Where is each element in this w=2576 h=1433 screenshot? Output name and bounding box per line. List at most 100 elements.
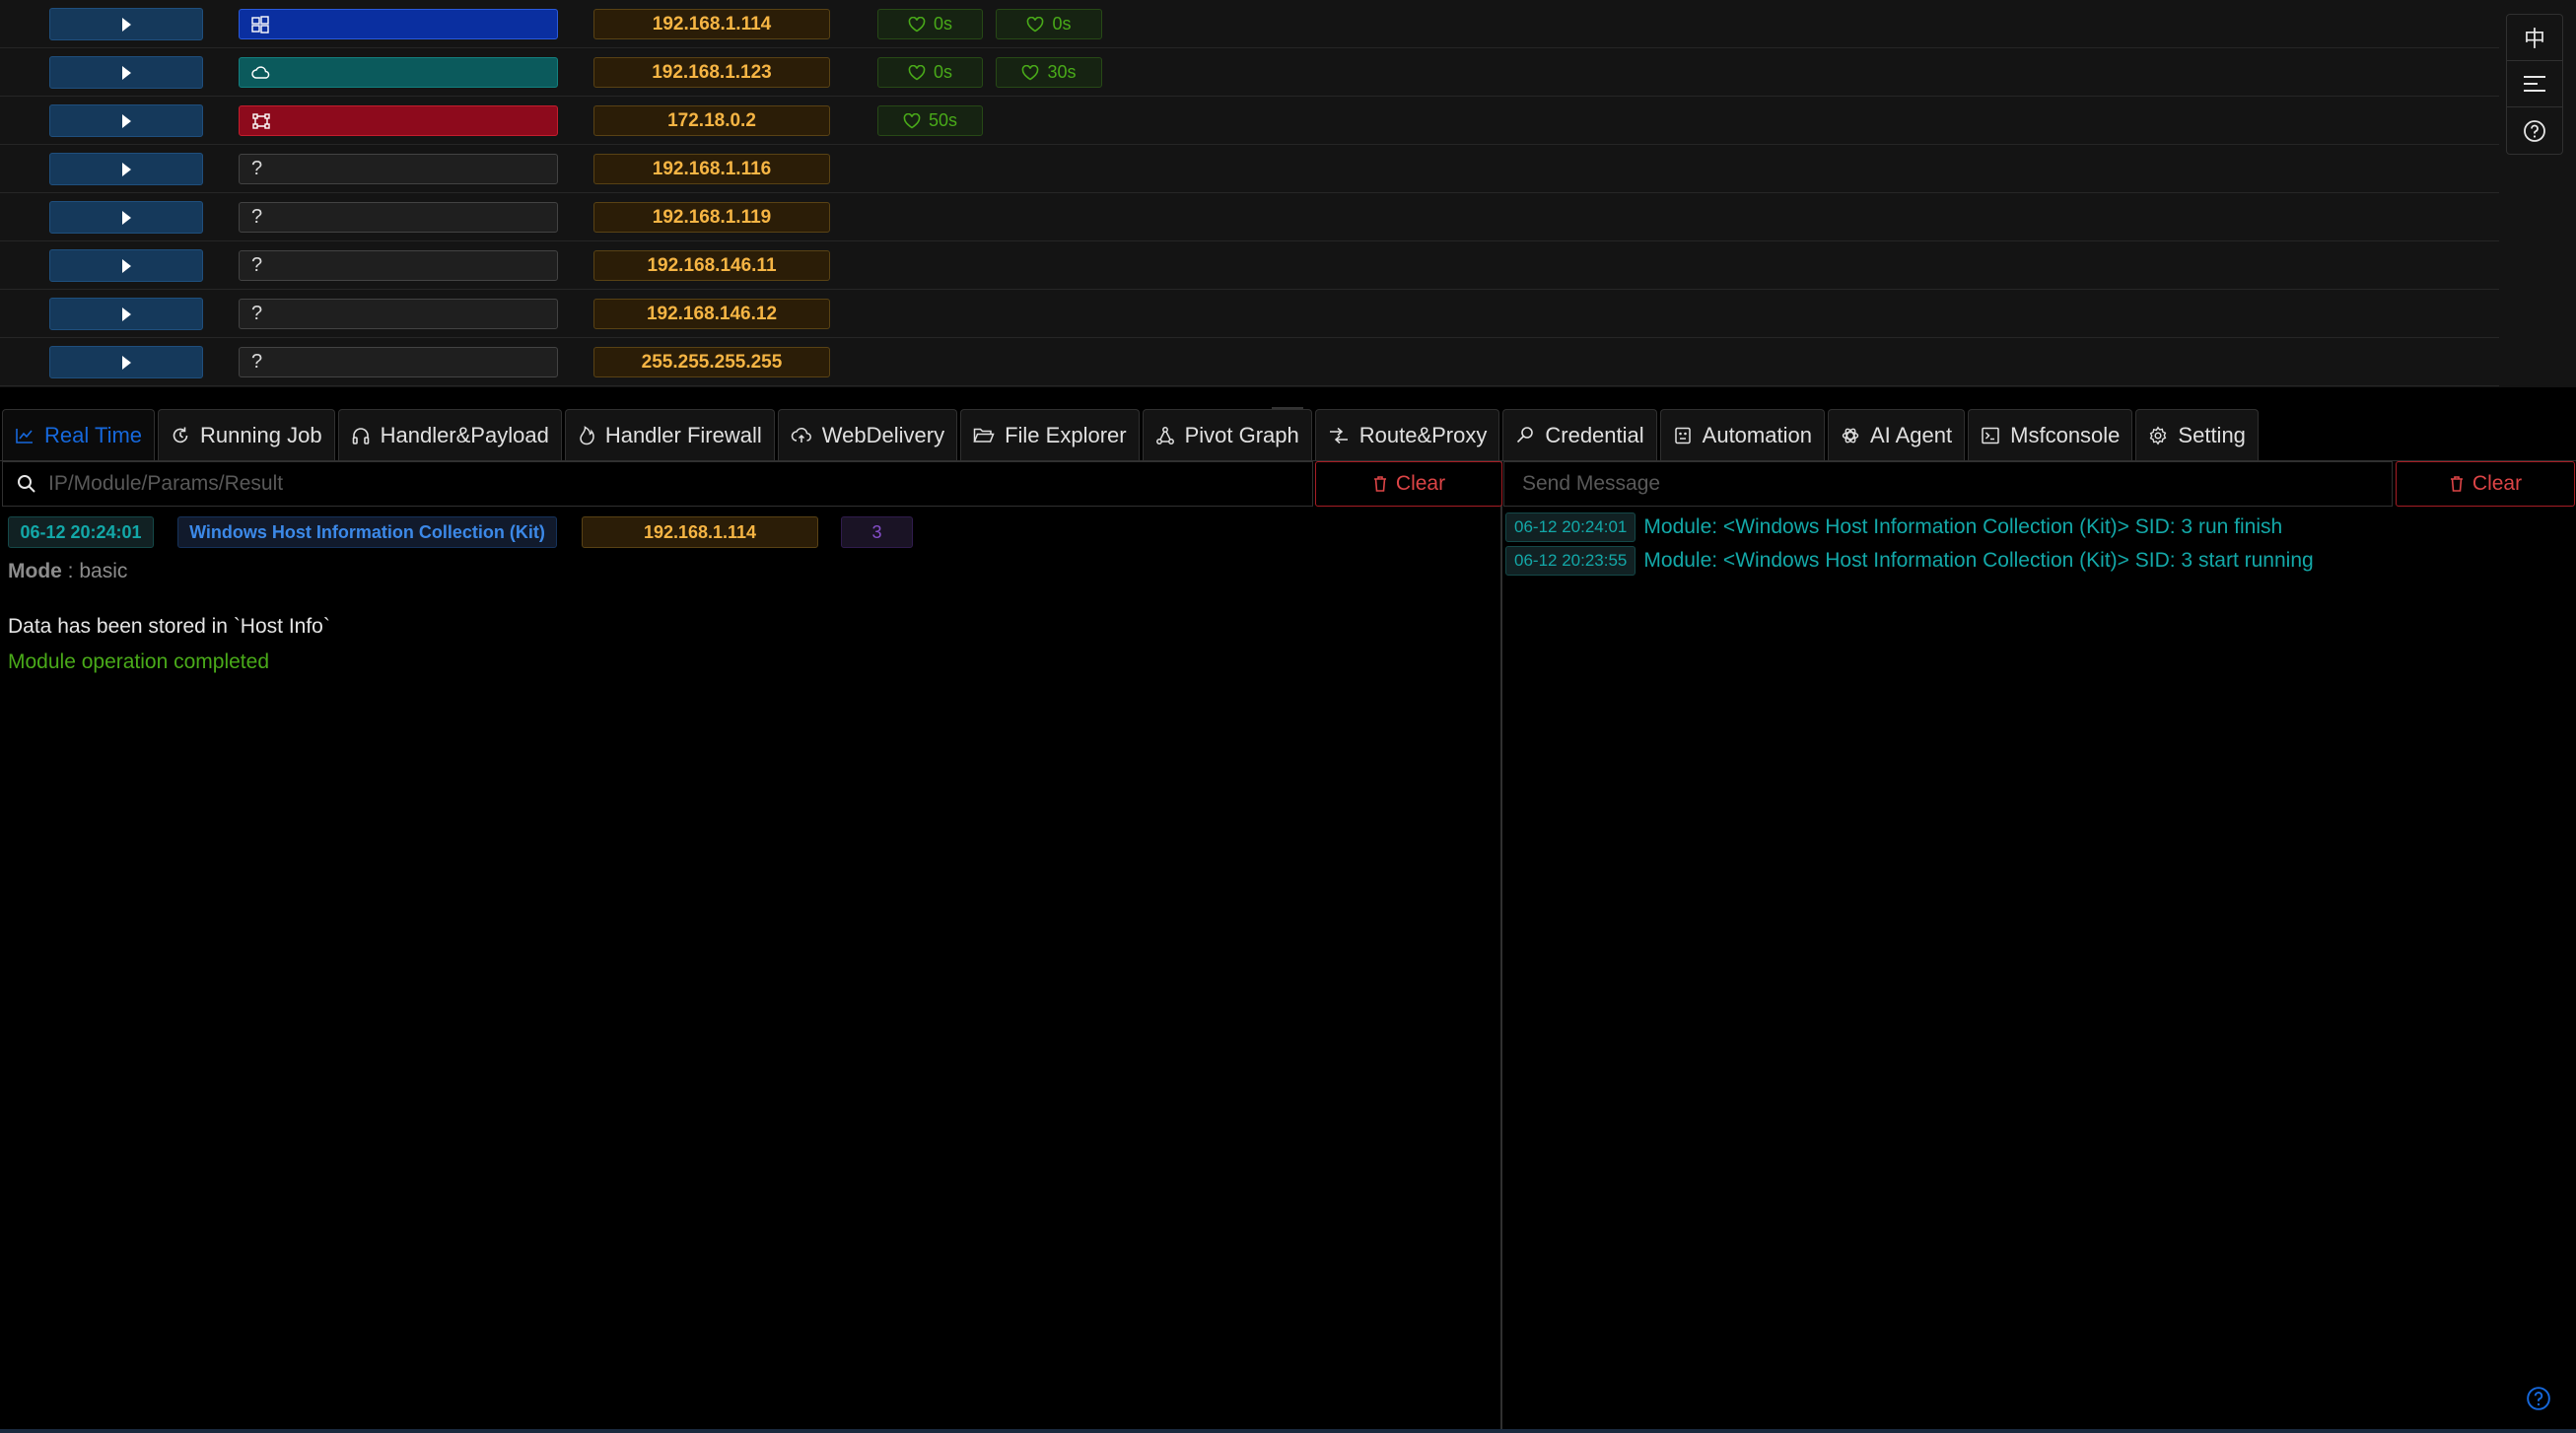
delete-icon xyxy=(2450,476,2463,492)
menu-button[interactable] xyxy=(2507,61,2562,107)
expand-session-button[interactable] xyxy=(49,346,203,378)
result-time-tag: 06-12 20:24:01 xyxy=(8,516,154,548)
expand-session-button[interactable] xyxy=(49,8,203,40)
result-stored-line: Data has been stored in `Host Info` xyxy=(8,615,330,638)
delete-icon xyxy=(1373,476,1386,492)
tab-real-time[interactable]: Real Time xyxy=(2,409,156,460)
caret-right-icon xyxy=(121,307,131,321)
tab-webdelivery[interactable]: WebDelivery xyxy=(777,409,958,460)
host-ip-tag[interactable]: 192.168.1.123 xyxy=(593,57,830,88)
tab-label: Handler&Payload xyxy=(380,422,549,447)
session-os-tag[interactable] xyxy=(239,105,558,136)
clear-messages-label: Clear xyxy=(2472,472,2523,495)
heart-icon xyxy=(908,16,926,33)
key-icon xyxy=(1515,426,1535,445)
tab-label: Handler Firewall xyxy=(604,422,762,447)
host-row: 192.168.1.114 0s 0s xyxy=(0,0,2499,48)
caret-right-icon xyxy=(121,355,131,370)
session-os-tag[interactable] xyxy=(239,57,558,88)
sync-icon xyxy=(171,426,190,445)
session-os-tag[interactable] xyxy=(239,9,558,39)
host-row: ? 192.168.1.116 xyxy=(0,145,2499,193)
language-toggle-button[interactable]: 中 xyxy=(2507,15,2562,61)
search-input[interactable] xyxy=(46,471,1312,497)
tab-pivot-graph[interactable]: Pivot Graph xyxy=(1142,409,1312,460)
float-button-group: 中 xyxy=(2506,14,2563,155)
expand-session-button[interactable] xyxy=(49,153,203,185)
expand-session-button[interactable] xyxy=(49,104,203,137)
headphones-icon xyxy=(351,426,371,445)
message-time-tag: 06-12 20:24:01 xyxy=(1505,512,1636,542)
caret-right-icon xyxy=(121,162,131,176)
tab-ai-agent[interactable]: AI Agent xyxy=(1827,409,1966,460)
host-row: ? 192.168.146.12 xyxy=(0,290,2499,338)
host-ip-tag[interactable]: 192.168.146.12 xyxy=(593,299,830,329)
session-os-tag[interactable]: ? xyxy=(239,299,558,329)
tab-handler-firewall[interactable]: Handler Firewall xyxy=(564,409,775,460)
expand-session-button[interactable] xyxy=(49,201,203,234)
tab-label: Real Time xyxy=(44,422,143,447)
host-ip-tag[interactable]: 255.255.255.255 xyxy=(593,347,830,377)
fire-icon xyxy=(578,425,595,445)
host-ip-tag[interactable]: 172.18.0.2 xyxy=(593,105,830,136)
send-message-input[interactable] xyxy=(1520,471,2392,497)
caret-right-icon xyxy=(121,113,131,128)
host-ip-tag[interactable]: 192.168.1.114 xyxy=(593,9,830,39)
realtime-result-panel: Clear 06-12 20:24:01 Windows Host Inform… xyxy=(0,461,1502,1433)
host-table: 192.168.1.114 0s 0s 192.168.1.123 0s 30s 172.1… xyxy=(0,0,2576,387)
session-os-tag[interactable]: ? xyxy=(239,347,558,377)
tab-handler-payload[interactable]: Handler&Payload xyxy=(337,409,562,460)
host-ip-tag[interactable]: 192.168.1.116 xyxy=(593,154,830,184)
cloud-icon xyxy=(251,65,271,81)
heart-icon xyxy=(1021,64,1039,81)
help-button[interactable] xyxy=(2507,107,2562,154)
host-ip-tag[interactable]: 192.168.146.11 xyxy=(593,250,830,281)
route-icon xyxy=(1328,427,1350,444)
windows-icon xyxy=(251,15,269,34)
expand-session-button[interactable] xyxy=(49,249,203,282)
result-sid-tag: 3 xyxy=(841,516,913,548)
message-time-tag: 06-12 20:23:55 xyxy=(1505,546,1636,576)
session-os-tag[interactable]: ? xyxy=(239,202,558,233)
heartbeat-value: 30s xyxy=(1047,62,1077,82)
heartbeat-value: 0s xyxy=(933,14,952,34)
unknown-os-label: ? xyxy=(251,206,263,228)
expand-session-button[interactable] xyxy=(49,298,203,330)
help-corner-icon[interactable] xyxy=(2526,1386,2551,1411)
tab-credential[interactable]: Credential xyxy=(1502,409,1657,460)
tab-running-job[interactable]: Running Job xyxy=(158,409,335,460)
mode-value: basic xyxy=(79,560,128,582)
host-ip-tag[interactable]: 192.168.1.119 xyxy=(593,202,830,233)
host-row: ? 192.168.146.11 xyxy=(0,241,2499,290)
tab-file-explorer[interactable]: File Explorer xyxy=(960,409,1140,460)
clear-results-label: Clear xyxy=(1395,472,1446,495)
clear-messages-button[interactable]: Clear xyxy=(2396,461,2575,507)
cloud-upload-icon xyxy=(791,427,812,444)
heartbeat-tag: 0s xyxy=(877,57,983,88)
tab-label: Route&Proxy xyxy=(1358,422,1488,447)
panel-splitter[interactable] xyxy=(0,395,2576,410)
session-os-tag[interactable]: ? xyxy=(239,250,558,281)
tab-label: Running Job xyxy=(200,422,322,447)
heart-icon xyxy=(908,64,926,81)
heartbeat-tag: 0s xyxy=(996,9,1102,39)
openai-icon xyxy=(1841,426,1860,445)
heartbeat-value: 0s xyxy=(1052,14,1072,34)
tab-route-proxy[interactable]: Route&Proxy xyxy=(1314,409,1500,460)
gear-icon xyxy=(2148,426,2168,445)
host-row: ? 192.168.1.119 xyxy=(0,193,2499,241)
message-text: Module: <Windows Host Information Collec… xyxy=(1643,515,2283,538)
heartbeat-tag: 30s xyxy=(996,57,1102,88)
tab-msfconsole[interactable]: Msfconsole xyxy=(1968,409,2133,460)
graph-icon xyxy=(1155,426,1175,445)
list-icon xyxy=(2524,76,2545,92)
notice-panel: Clear 06-12 20:24:01 Module: <Windows Hos… xyxy=(1503,461,2576,1433)
tab-label: WebDelivery xyxy=(821,422,945,447)
tab-setting[interactable]: Setting xyxy=(2135,409,2259,460)
tab-automation[interactable]: Automation xyxy=(1659,409,1825,460)
expand-session-button[interactable] xyxy=(49,56,203,89)
send-message-field xyxy=(1503,461,2393,507)
clear-results-button[interactable]: Clear xyxy=(1315,461,1502,507)
tab-bar: Real Time Running Job Handler&Payload Handl… xyxy=(0,408,2576,461)
session-os-tag[interactable]: ? xyxy=(239,154,558,184)
